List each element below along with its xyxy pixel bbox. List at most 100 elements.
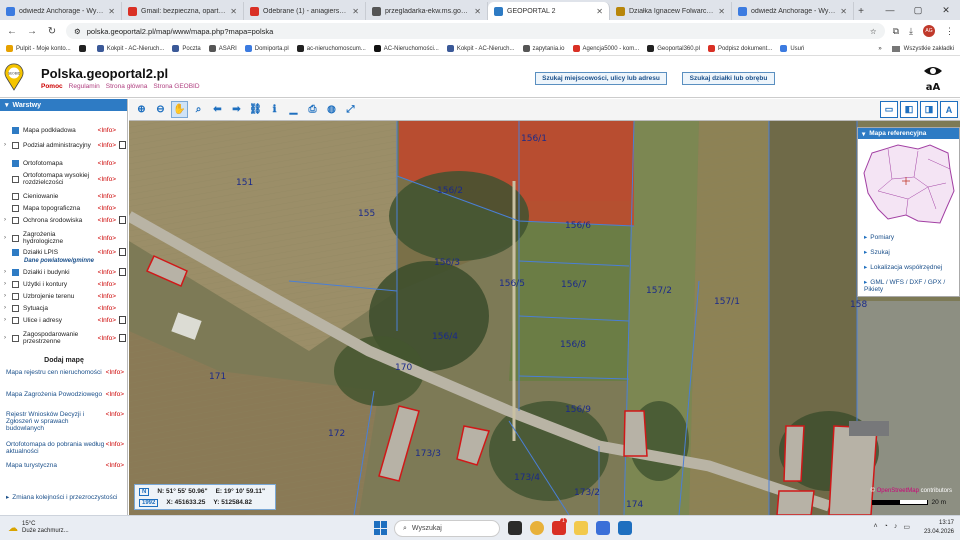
bookmark-item[interactable]: Agencja5000 - kom... [572, 45, 639, 52]
expand-arrow-icon[interactable]: › [4, 269, 12, 275]
bookmark-item[interactable] [78, 45, 89, 52]
add-map-item[interactable]: Ortofotomapa do pobrania według aktualno… [6, 441, 124, 455]
layer-checkbox[interactable] [12, 304, 19, 312]
menu-icon[interactable]: ⋮ [945, 26, 954, 37]
bookmark-item[interactable]: AC-Nieruchomości... [373, 45, 439, 52]
layer-checkbox[interactable] [12, 126, 19, 134]
layer-info-link[interactable]: <Info> [94, 235, 116, 242]
chrome-icon[interactable] [530, 521, 544, 535]
download-icon[interactable]: ⤓ [909, 26, 913, 37]
url-field[interactable]: ⚙ polska.geoportal2.pl/map/www/mapa.php?… [66, 23, 885, 39]
expand-arrow-icon[interactable]: › [4, 217, 12, 223]
layer-info-link[interactable]: <Info> [94, 205, 116, 212]
browser-tab[interactable]: Działka Ignacew Folwarczny, bo ✕ [610, 2, 732, 20]
layers-panel-header[interactable]: ▾ Warstwy [0, 99, 127, 111]
parcel-label[interactable]: 156/1 [521, 134, 547, 144]
map-area[interactable]: ⊕ ⊖ ✋ ⌕ ⬅ ➡ ⛓ ℹ ▁ ⎙ ◍ ⤢ ▭ ◧ ◨ A 156/1 15… [129, 99, 960, 515]
browser-tab[interactable]: Odebrane (1) - aniagierszewsk ✕ [244, 2, 366, 20]
minimize-icon[interactable]: — [876, 5, 904, 15]
parcel-label[interactable]: 170 [395, 363, 412, 373]
full-extent-icon[interactable]: ⤢ [342, 101, 359, 118]
coord-system-badge[interactable]: N [139, 488, 150, 496]
parcel-label[interactable]: 173/3 [415, 449, 441, 459]
layer-checkbox[interactable] [12, 334, 19, 342]
layer-checkbox[interactable] [12, 292, 19, 300]
bookmark-item[interactable]: Pulpit - Moje konto... [6, 45, 71, 52]
search-parcel-button[interactable]: Szukaj działki lub obrębu [682, 72, 775, 85]
bookmark-item[interactable]: Podpisz dokument... [707, 45, 772, 52]
parcel-label[interactable]: 156/7 [561, 280, 587, 290]
expand-arrow-icon[interactable]: › [4, 335, 12, 341]
weather-widget[interactable]: ☁ 15°C Duże zachmurz... [8, 521, 69, 535]
expand-arrow-icon[interactable]: › [4, 317, 12, 323]
parcel-label[interactable]: 174 [626, 500, 643, 510]
measure-icon[interactable]: ▁ [285, 101, 302, 118]
new-tab-icon[interactable]: + [854, 2, 868, 20]
maximize-icon[interactable]: ▢ [904, 5, 932, 16]
close-tab-icon[interactable]: ✕ [474, 7, 481, 16]
parcel-label[interactable]: 156/8 [560, 340, 586, 350]
parcel-label[interactable]: 158 [850, 300, 867, 310]
layout-right-icon[interactable]: ◨ [920, 101, 938, 118]
terms-link[interactable]: Regulamin [69, 83, 100, 90]
chevron-up-icon[interactable]: ˄ [874, 523, 878, 531]
layout-top-icon[interactable]: ▭ [880, 101, 898, 118]
close-tab-icon[interactable]: ✕ [108, 7, 115, 16]
parcel-label[interactable]: 172 [328, 429, 345, 439]
reference-panel-header[interactable]: ▾ Mapa referencyjna [858, 128, 959, 139]
parcel-label[interactable]: 173/4 [514, 473, 540, 483]
file-explorer-icon[interactable] [574, 521, 588, 535]
layer-checkbox[interactable] [12, 216, 19, 224]
reference-tool-link[interactable]: ▸ Pomiary [864, 234, 894, 241]
add-map-name[interactable]: Rejestr Wniosków Decyzji i Zgłoszeń w sp… [6, 411, 106, 432]
layer-info-link[interactable]: <Info> [94, 176, 116, 183]
wifi-icon[interactable]: ◔ [884, 523, 888, 531]
forward-icon[interactable]: → [26, 26, 38, 37]
clock[interactable]: 13:17 23.04.2026 [924, 519, 954, 537]
layer-checkbox[interactable] [12, 316, 19, 324]
orthophoto-map[interactable] [129, 121, 960, 515]
map-info-link[interactable]: <Info> [106, 391, 124, 398]
layer-info-link[interactable]: <Info> [94, 335, 116, 342]
layer-info-link[interactable]: <Info> [94, 160, 116, 167]
reference-tool-link[interactable]: ▸ GML / WFS / DXF / GPX / Pikiety [864, 279, 959, 293]
reload-icon[interactable]: ↻ [46, 26, 58, 37]
add-map-item[interactable]: Mapa Zagrożenia Powodziowego <Info> [6, 391, 124, 398]
bookmark-item[interactable]: Usuń [780, 45, 804, 52]
browser-tab[interactable]: Gmail: bezpieczna, oparta na AI ✕ [122, 2, 244, 20]
layer-checkbox[interactable] [12, 234, 19, 242]
layer-info-link[interactable]: <Info> [94, 142, 116, 149]
close-tab-icon[interactable]: ✕ [718, 7, 725, 16]
close-tab-icon[interactable]: ✕ [352, 7, 359, 16]
bookmark-item[interactable]: ac-nieruchomoscum... [296, 45, 366, 52]
layer-info-link[interactable]: <Info> [94, 217, 116, 224]
layer-info-link[interactable]: <Info> [94, 193, 116, 200]
previous-view-icon[interactable]: ⬅ [209, 101, 226, 118]
parcel-label[interactable]: 155 [358, 209, 375, 219]
layer-checkbox[interactable] [12, 204, 19, 212]
bookmark-item[interactable]: zapytania.io [522, 45, 565, 52]
parcel-label[interactable]: 171 [209, 372, 226, 382]
bookmark-item[interactable]: Kokpit - AC-Nieruch... [446, 45, 515, 52]
layer-info-link[interactable]: <Info> [94, 249, 116, 256]
parcel-label[interactable]: 156/2 [437, 186, 463, 196]
layout-left-icon[interactable]: ◧ [900, 101, 918, 118]
add-map-name[interactable]: Ortofotomapa do pobrania według aktualno… [6, 441, 106, 455]
document-icon[interactable] [119, 316, 126, 324]
accessibility-icon[interactable]: aA [922, 63, 944, 93]
parcel-label[interactable]: 156/5 [499, 279, 525, 289]
next-view-icon[interactable]: ➡ [228, 101, 245, 118]
home-link[interactable]: Strona główna [106, 83, 148, 90]
task-view-icon[interactable] [508, 521, 522, 535]
close-window-icon[interactable]: ✕ [932, 5, 960, 16]
bookmark-star-icon[interactable]: ☆ [870, 27, 877, 36]
info-icon[interactable]: ℹ [266, 101, 283, 118]
bookmark-item[interactable]: Geoportal360.pl [647, 45, 700, 52]
document-icon[interactable] [119, 141, 126, 149]
link-icon[interactable]: ⛓ [247, 101, 264, 118]
browser-tab[interactable]: przegladarka-ekw.ms.gov.pl/eu ✕ [366, 2, 488, 20]
layer-info-link[interactable]: <Info> [94, 127, 116, 134]
volume-icon[interactable]: ♪ [894, 523, 898, 531]
expand-arrow-icon[interactable]: › [4, 293, 12, 299]
parcel-label[interactable]: 156/4 [432, 332, 458, 342]
